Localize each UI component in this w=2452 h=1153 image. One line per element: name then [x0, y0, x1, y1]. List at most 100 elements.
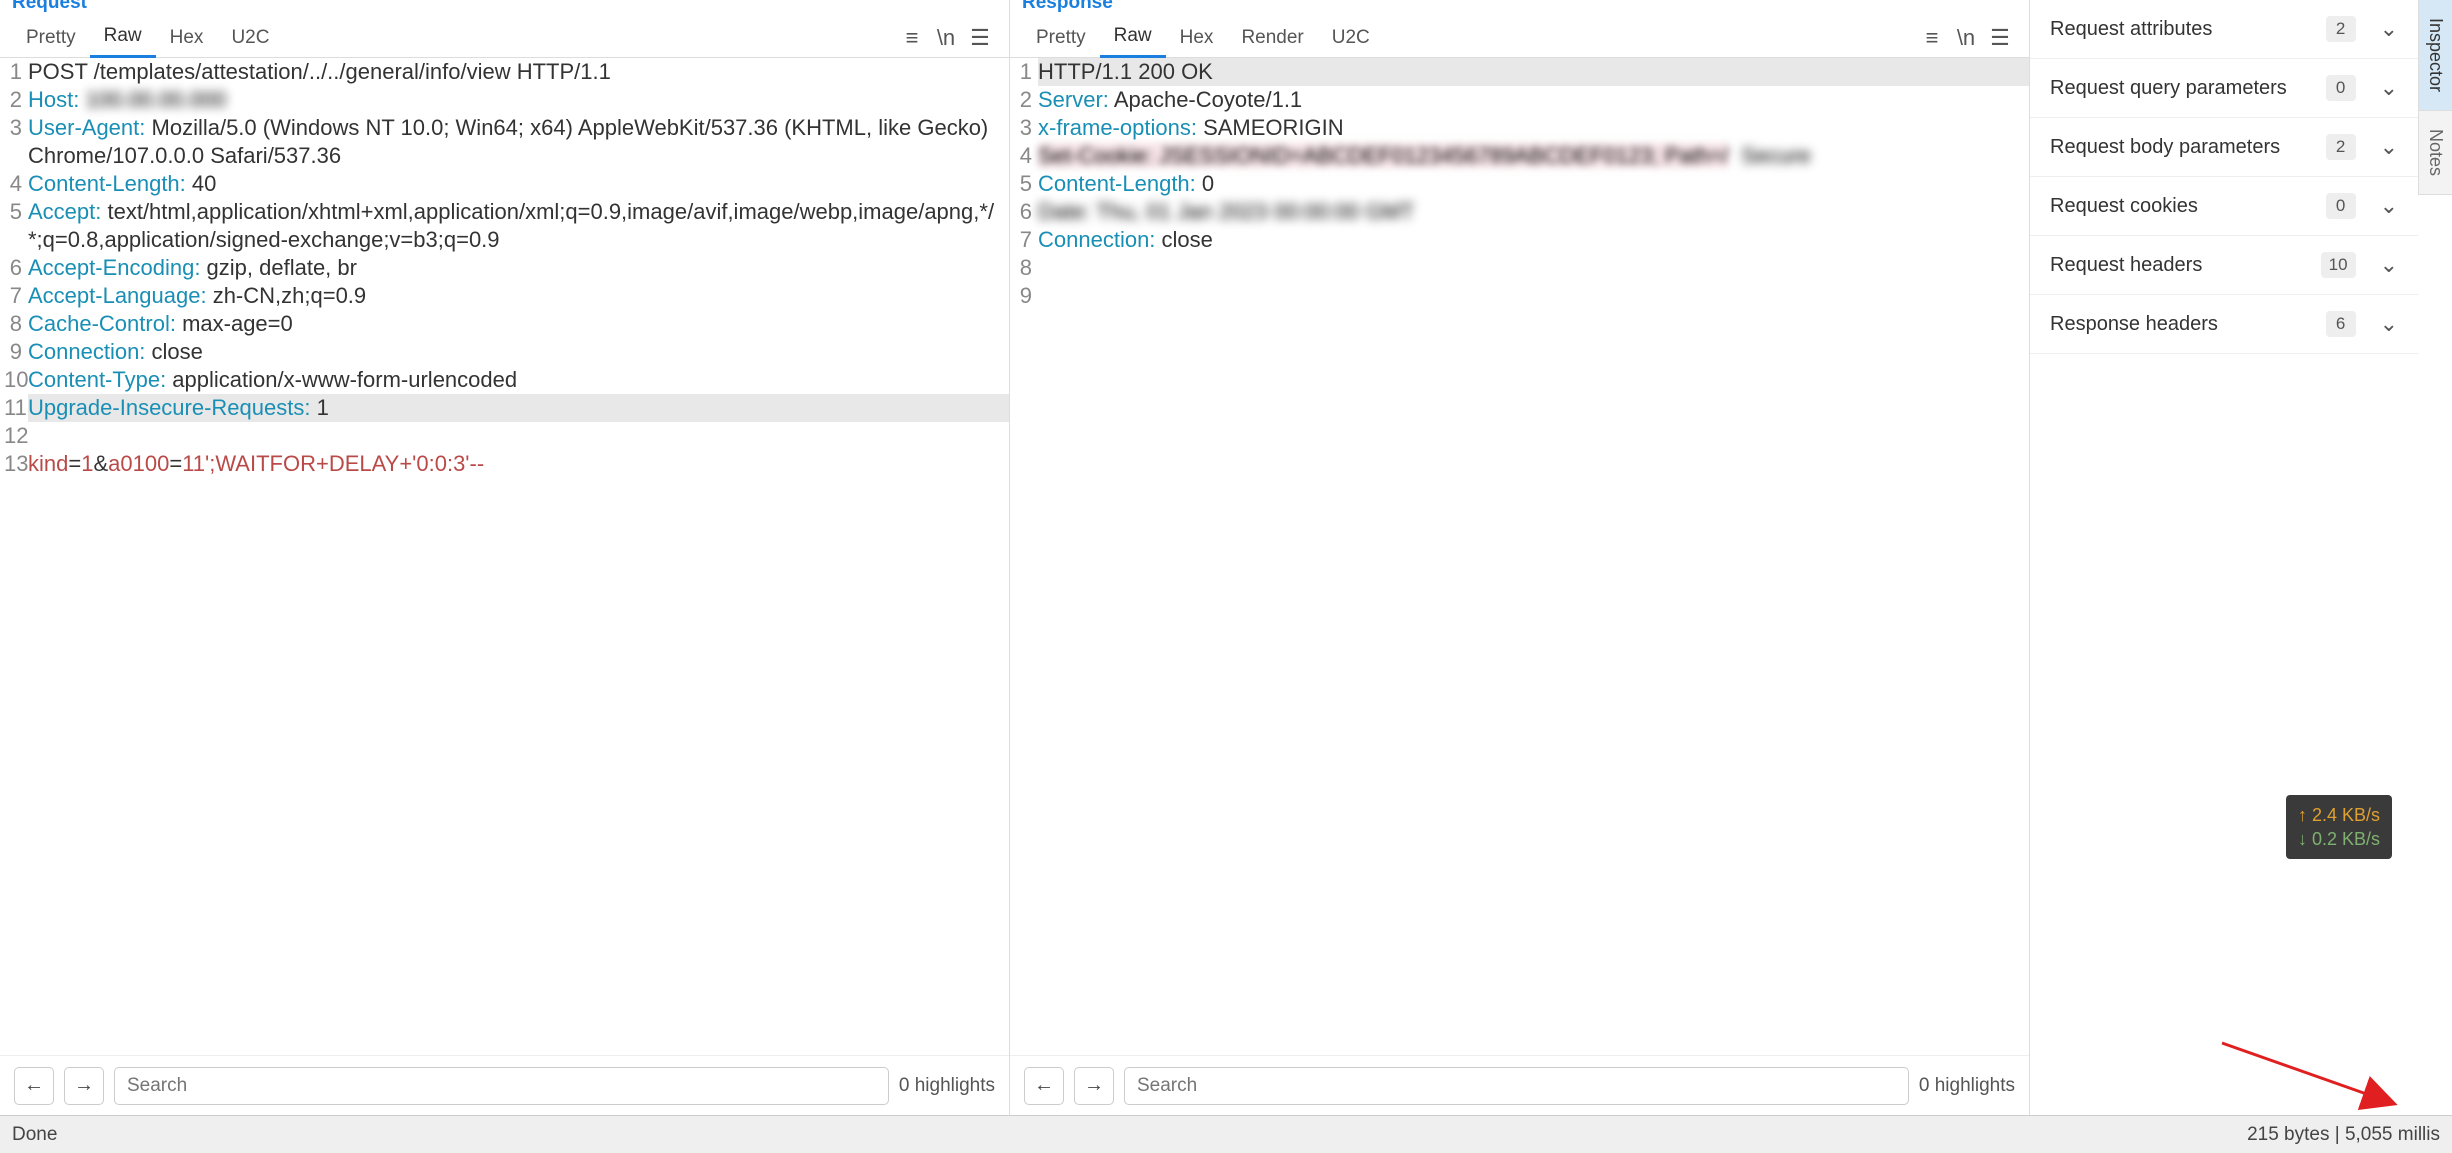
- search-prev-button[interactable]: ←: [1024, 1067, 1064, 1105]
- request-tabs: PrettyRawHexU2C ≡ \n ☰: [0, 18, 1009, 58]
- code-line[interactable]: POST /templates/attestation/../../genera…: [28, 58, 1009, 86]
- actions-icon[interactable]: ≡: [1915, 22, 1949, 54]
- tab-u2c[interactable]: U2C: [1318, 19, 1384, 57]
- chevron-down-icon[interactable]: ⌄: [2380, 311, 2398, 337]
- code-line[interactable]: x-frame-options: SAMEORIGIN: [1038, 114, 2029, 142]
- line-number: 10: [4, 366, 28, 394]
- tab-hex[interactable]: Hex: [1166, 19, 1228, 57]
- code-line[interactable]: Accept-Language: zh-CN,zh;q=0.9: [28, 282, 1009, 310]
- inspector-row[interactable]: Request attributes 2 ⌄: [2030, 0, 2418, 59]
- code-line[interactable]: Set-Cookie: JSESSIONID=ABCDEF0123456789A…: [1038, 142, 2029, 170]
- inspector-row[interactable]: Request cookies 0 ⌄: [2030, 177, 2418, 236]
- line-number: 6: [4, 254, 28, 282]
- line-number: 9: [4, 338, 28, 366]
- line-number: 3: [4, 114, 28, 170]
- inspector-row[interactable]: Request headers10⌄: [2030, 236, 2418, 295]
- tab-pretty[interactable]: Pretty: [12, 19, 90, 57]
- highlights-count: 0 highlights: [1919, 1075, 2015, 1097]
- tab-u2c[interactable]: U2C: [217, 19, 283, 57]
- inspector-row-label: Request attributes: [2050, 18, 2212, 41]
- code-line[interactable]: User-Agent: Mozilla/5.0 (Windows NT 10.0…: [28, 114, 1009, 170]
- status-bar: Done 215 bytes | 5,055 millis: [0, 1115, 2452, 1153]
- search-next-button[interactable]: →: [64, 1067, 104, 1105]
- tab-pretty[interactable]: Pretty: [1022, 19, 1100, 57]
- bandwidth-indicator: ↑ 2.4 KB/s ↓ 0.2 KB/s: [2286, 795, 2392, 859]
- line-number: 7: [1014, 226, 1038, 254]
- inspector-row[interactable]: Response headers 6 ⌄: [2030, 295, 2418, 354]
- line-number: 5: [1014, 170, 1038, 198]
- response-editor[interactable]: 1HTTP/1.1 200 OK2Server: Apache-Coyote/1…: [1010, 58, 2029, 1055]
- inspector-row[interactable]: Request query parameters0⌄: [2030, 59, 2418, 118]
- line-number: 4: [4, 170, 28, 198]
- tab-render[interactable]: Render: [1227, 19, 1317, 57]
- vtab-notes[interactable]: Notes: [2419, 111, 2452, 195]
- code-line[interactable]: Content-Length: 40: [28, 170, 1009, 198]
- line-number: 8: [4, 310, 28, 338]
- inspector-row-label: Request headers: [2050, 254, 2202, 277]
- search-input[interactable]: [114, 1067, 889, 1105]
- inspector-row-label: Response headers: [2050, 313, 2218, 336]
- code-line[interactable]: Content-Length: 0: [1038, 170, 2029, 198]
- line-number: 2: [1014, 86, 1038, 114]
- count-badge: 0: [2326, 193, 2356, 219]
- menu-icon[interactable]: ☰: [963, 22, 997, 54]
- line-number: 2: [4, 86, 28, 114]
- highlights-count: 0 highlights: [899, 1075, 995, 1097]
- line-number: 1: [4, 58, 28, 86]
- search-prev-button[interactable]: ←: [14, 1067, 54, 1105]
- line-number: 1: [1014, 58, 1038, 86]
- count-badge: 2: [2326, 134, 2356, 160]
- response-title: Response: [1010, 0, 2029, 18]
- status-left: Done: [12, 1124, 57, 1146]
- code-line[interactable]: Server: Apache-Coyote/1.1: [1038, 86, 2029, 114]
- line-number: 11: [4, 394, 28, 422]
- search-next-button[interactable]: →: [1074, 1067, 1114, 1105]
- menu-icon[interactable]: ☰: [1983, 22, 2017, 54]
- inspector-row-label: Request cookies: [2050, 195, 2198, 218]
- code-line[interactable]: Accept-Encoding: gzip, deflate, br: [28, 254, 1009, 282]
- search-input[interactable]: [1124, 1067, 1909, 1105]
- inspector-row-label: Request body parameters: [2050, 136, 2280, 159]
- request-title: Request: [0, 0, 1009, 18]
- line-number: 4: [1014, 142, 1038, 170]
- actions-icon[interactable]: ≡: [895, 22, 929, 54]
- count-badge: 6: [2326, 311, 2356, 337]
- code-line[interactable]: Host: 100.00.00.000: [28, 86, 1009, 114]
- line-number: 8: [1014, 254, 1038, 282]
- chevron-down-icon[interactable]: ⌄: [2380, 75, 2398, 101]
- line-number: 9: [1014, 282, 1038, 310]
- status-right: 215 bytes | 5,055 millis: [2247, 1124, 2440, 1146]
- chevron-down-icon[interactable]: ⌄: [2380, 16, 2398, 42]
- tab-raw[interactable]: Raw: [1100, 17, 1166, 58]
- tab-hex[interactable]: Hex: [156, 19, 218, 57]
- code-line[interactable]: Connection: close: [28, 338, 1009, 366]
- code-line[interactable]: Upgrade-Insecure-Requests: 1: [28, 394, 1009, 422]
- newline-icon[interactable]: \n: [929, 22, 963, 54]
- count-badge: 2: [2326, 16, 2356, 42]
- line-number: 13: [4, 450, 28, 478]
- inspector-row[interactable]: Request body parameters 2 ⌄: [2030, 118, 2418, 177]
- code-line[interactable]: HTTP/1.1 200 OK: [1038, 58, 2029, 86]
- response-tabs: PrettyRawHexRenderU2C ≡ \n ☰: [1010, 18, 2029, 58]
- code-line[interactable]: Accept: text/html,application/xhtml+xml,…: [28, 198, 1009, 254]
- code-line[interactable]: [28, 422, 1009, 450]
- code-line[interactable]: kind=1&a0100=11';WAITFOR+DELAY+'0:0:3'--: [28, 450, 1009, 478]
- chevron-down-icon[interactable]: ⌄: [2380, 134, 2398, 160]
- line-number: 6: [1014, 198, 1038, 226]
- line-number: 5: [4, 198, 28, 254]
- code-line[interactable]: Date: Thu, 01 Jan 2023 00:00:00 GMT: [1038, 198, 2029, 226]
- line-number: 12: [4, 422, 28, 450]
- request-editor[interactable]: 1POST /templates/attestation/../../gener…: [0, 58, 1009, 1055]
- code-line[interactable]: Content-Type: application/x-www-form-url…: [28, 366, 1009, 394]
- newline-icon[interactable]: \n: [1949, 22, 1983, 54]
- code-line[interactable]: [1038, 282, 2029, 310]
- inspector-row-label: Request query parameters: [2050, 77, 2287, 100]
- vtab-inspector[interactable]: Inspector: [2419, 0, 2452, 111]
- tab-raw[interactable]: Raw: [90, 17, 156, 58]
- line-number: 3: [1014, 114, 1038, 142]
- code-line[interactable]: Connection: close: [1038, 226, 2029, 254]
- chevron-down-icon[interactable]: ⌄: [2380, 252, 2398, 278]
- code-line[interactable]: [1038, 254, 2029, 282]
- chevron-down-icon[interactable]: ⌄: [2380, 193, 2398, 219]
- code-line[interactable]: Cache-Control: max-age=0: [28, 310, 1009, 338]
